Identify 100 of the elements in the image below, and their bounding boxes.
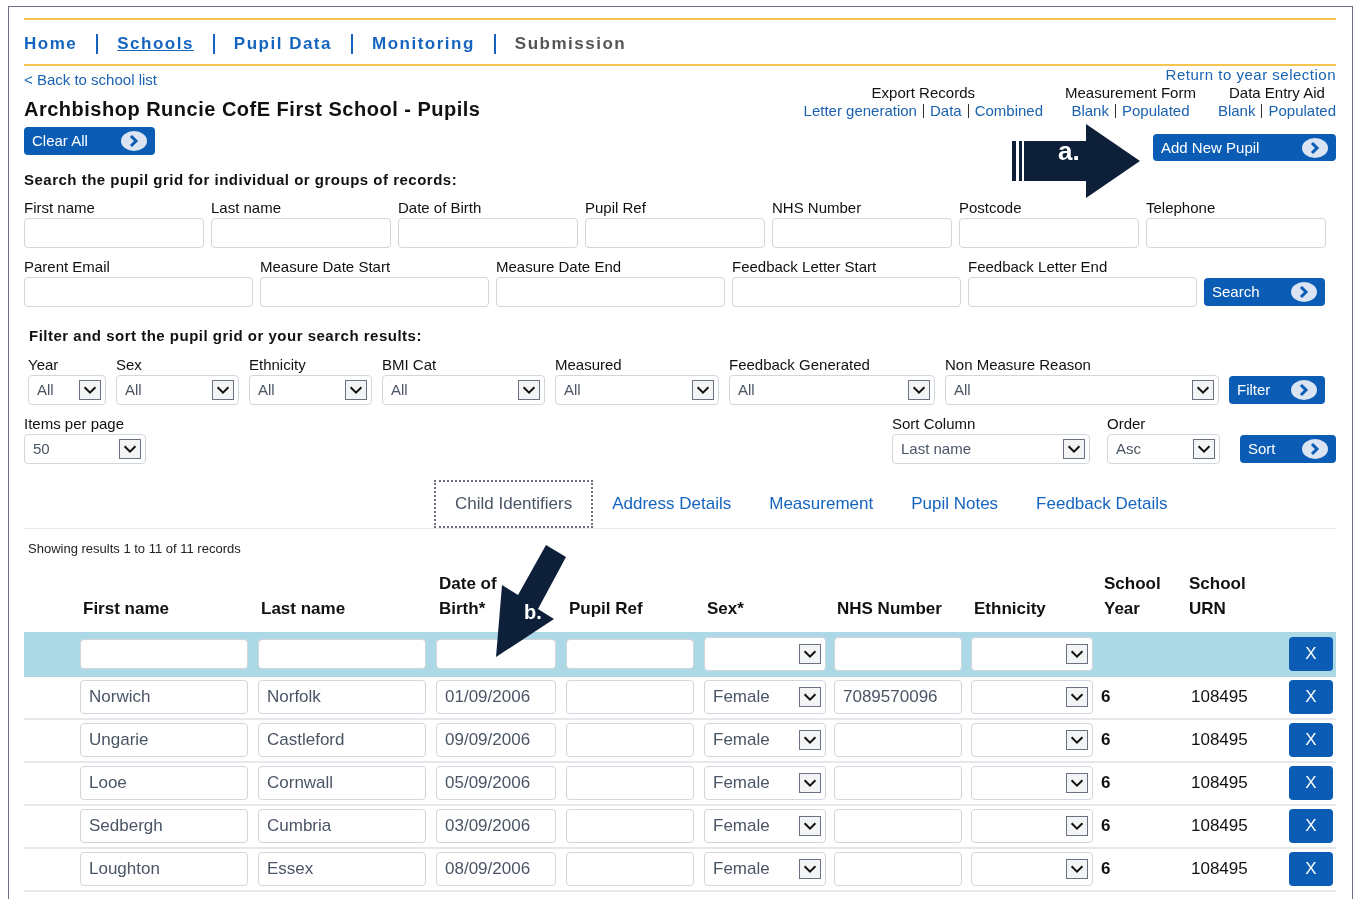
select-field[interactable]: All: [555, 375, 719, 405]
select-field[interactable]: All: [945, 375, 1219, 405]
clear-filter-button[interactable]: X: [1289, 637, 1333, 672]
input-field[interactable]: [834, 637, 962, 672]
input-field[interactable]: [566, 809, 694, 844]
input-field[interactable]: [585, 218, 765, 248]
input-field[interactable]: [566, 766, 694, 801]
select-field[interactable]: Asc: [1107, 434, 1220, 464]
chevron-down-icon: [799, 730, 821, 751]
input-field[interactable]: [732, 277, 961, 307]
select-field[interactable]: [971, 637, 1093, 672]
select-field[interactable]: [971, 766, 1093, 801]
input-field[interactable]: Norwich: [80, 680, 248, 715]
input-field[interactable]: [834, 723, 962, 758]
delete-button[interactable]: X: [1289, 680, 1333, 715]
select-field[interactable]: All: [116, 375, 239, 405]
delete-button[interactable]: X: [1289, 766, 1333, 801]
select-field[interactable]: [971, 723, 1093, 758]
input-field[interactable]: [260, 277, 489, 307]
input-field[interactable]: [258, 639, 426, 670]
tab[interactable]: Pupil Notes: [892, 480, 1018, 528]
export-link[interactable]: Populated: [1121, 102, 1190, 120]
select-field[interactable]: All: [729, 375, 935, 405]
input-field[interactable]: [566, 723, 694, 758]
select-field[interactable]: [971, 809, 1093, 844]
select-field[interactable]: [971, 852, 1093, 887]
input-field[interactable]: [566, 680, 694, 715]
export-link[interactable]: Blank: [1217, 102, 1256, 120]
tab[interactable]: Measurement: [750, 480, 893, 528]
select-field[interactable]: Female: [704, 766, 826, 801]
input-field[interactable]: 09/09/2006: [436, 723, 556, 758]
select-field[interactable]: 50: [24, 434, 146, 464]
nav-link[interactable]: Monitoring: [372, 33, 475, 55]
input-field[interactable]: [834, 852, 962, 887]
export-link[interactable]: Data: [929, 102, 962, 120]
nav-link[interactable]: Schools: [117, 33, 194, 55]
input-field[interactable]: Cornwall: [258, 766, 426, 801]
input-field[interactable]: Sedbergh: [80, 809, 248, 844]
select-field[interactable]: All: [249, 375, 372, 405]
column-header: Last name: [261, 599, 346, 619]
input-field[interactable]: [211, 218, 391, 248]
select-field[interactable]: Female: [704, 852, 826, 887]
back-link[interactable]: < Back to school list: [24, 71, 481, 89]
input-field[interactable]: Castleford: [258, 723, 426, 758]
return-link[interactable]: Return to year selection: [1165, 66, 1336, 84]
input-field[interactable]: 01/09/2006: [436, 680, 556, 715]
delete-button[interactable]: X: [1289, 723, 1333, 758]
input-field[interactable]: 03/09/2006: [436, 809, 556, 844]
input-field[interactable]: [772, 218, 952, 248]
select-field[interactable]: Female: [704, 723, 826, 758]
input-field[interactable]: Cumbria: [258, 809, 426, 844]
input-field[interactable]: [959, 218, 1139, 248]
input-field[interactable]: Essex: [258, 852, 426, 887]
export-link[interactable]: Blank: [1071, 102, 1109, 120]
input-field[interactable]: [566, 639, 694, 670]
input-field[interactable]: [968, 277, 1197, 307]
select-field[interactable]: Last name: [892, 434, 1090, 464]
input-field[interactable]: 05/09/2006: [436, 766, 556, 801]
tab[interactable]: Child Identifiers: [434, 480, 594, 528]
input-field[interactable]: [834, 809, 962, 844]
nav-link[interactable]: Pupil Data: [233, 33, 332, 55]
select-field[interactable]: All: [382, 375, 545, 405]
nav-link[interactable]: Home: [24, 33, 78, 55]
delete-button[interactable]: X: [1289, 852, 1333, 887]
chevron-down-icon: [1066, 730, 1088, 751]
select-field[interactable]: Female: [704, 809, 826, 844]
action-button[interactable]: Search: [1204, 278, 1325, 306]
input-field[interactable]: [24, 218, 204, 248]
tab[interactable]: Feedback Details: [1017, 480, 1187, 528]
action-button[interactable]: Clear All: [24, 127, 155, 155]
action-button[interactable]: Sort: [1240, 435, 1336, 463]
input-field[interactable]: [24, 277, 253, 307]
tab[interactable]: Address Details: [593, 480, 751, 528]
action-button[interactable]: Filter: [1229, 376, 1325, 404]
group-title: Measurement Form: [1065, 84, 1196, 102]
export-link[interactable]: Combined: [974, 102, 1044, 120]
select-field[interactable]: [704, 637, 826, 672]
action-button[interactable]: Add New Pupil: [1153, 134, 1336, 161]
export-link[interactable]: Letter generation: [803, 102, 917, 120]
input-field[interactable]: 7089570096: [834, 680, 962, 715]
input-field[interactable]: [398, 218, 578, 248]
chevron-circle-icon: [1302, 137, 1328, 158]
input-field[interactable]: [80, 639, 248, 670]
delete-button[interactable]: X: [1289, 809, 1333, 844]
input-field[interactable]: [1146, 218, 1326, 248]
column-header: School Year: [1104, 573, 1161, 619]
input-field[interactable]: Looe: [80, 766, 248, 801]
input-field[interactable]: [566, 852, 694, 887]
input-field[interactable]: [834, 766, 962, 801]
select-field[interactable]: [971, 680, 1093, 715]
export-link[interactable]: Populated: [1268, 102, 1336, 120]
select-field[interactable]: Female: [704, 680, 826, 715]
input-field[interactable]: [496, 277, 725, 307]
input-field[interactable]: Ungarie: [80, 723, 248, 758]
input-field[interactable]: [436, 639, 556, 670]
input-field[interactable]: 08/09/2006: [436, 852, 556, 887]
select-field[interactable]: All: [28, 375, 106, 405]
input-field[interactable]: Loughton: [80, 852, 248, 887]
input-field[interactable]: Norfolk: [258, 680, 426, 715]
table-cell: 6: [1101, 858, 1111, 878]
